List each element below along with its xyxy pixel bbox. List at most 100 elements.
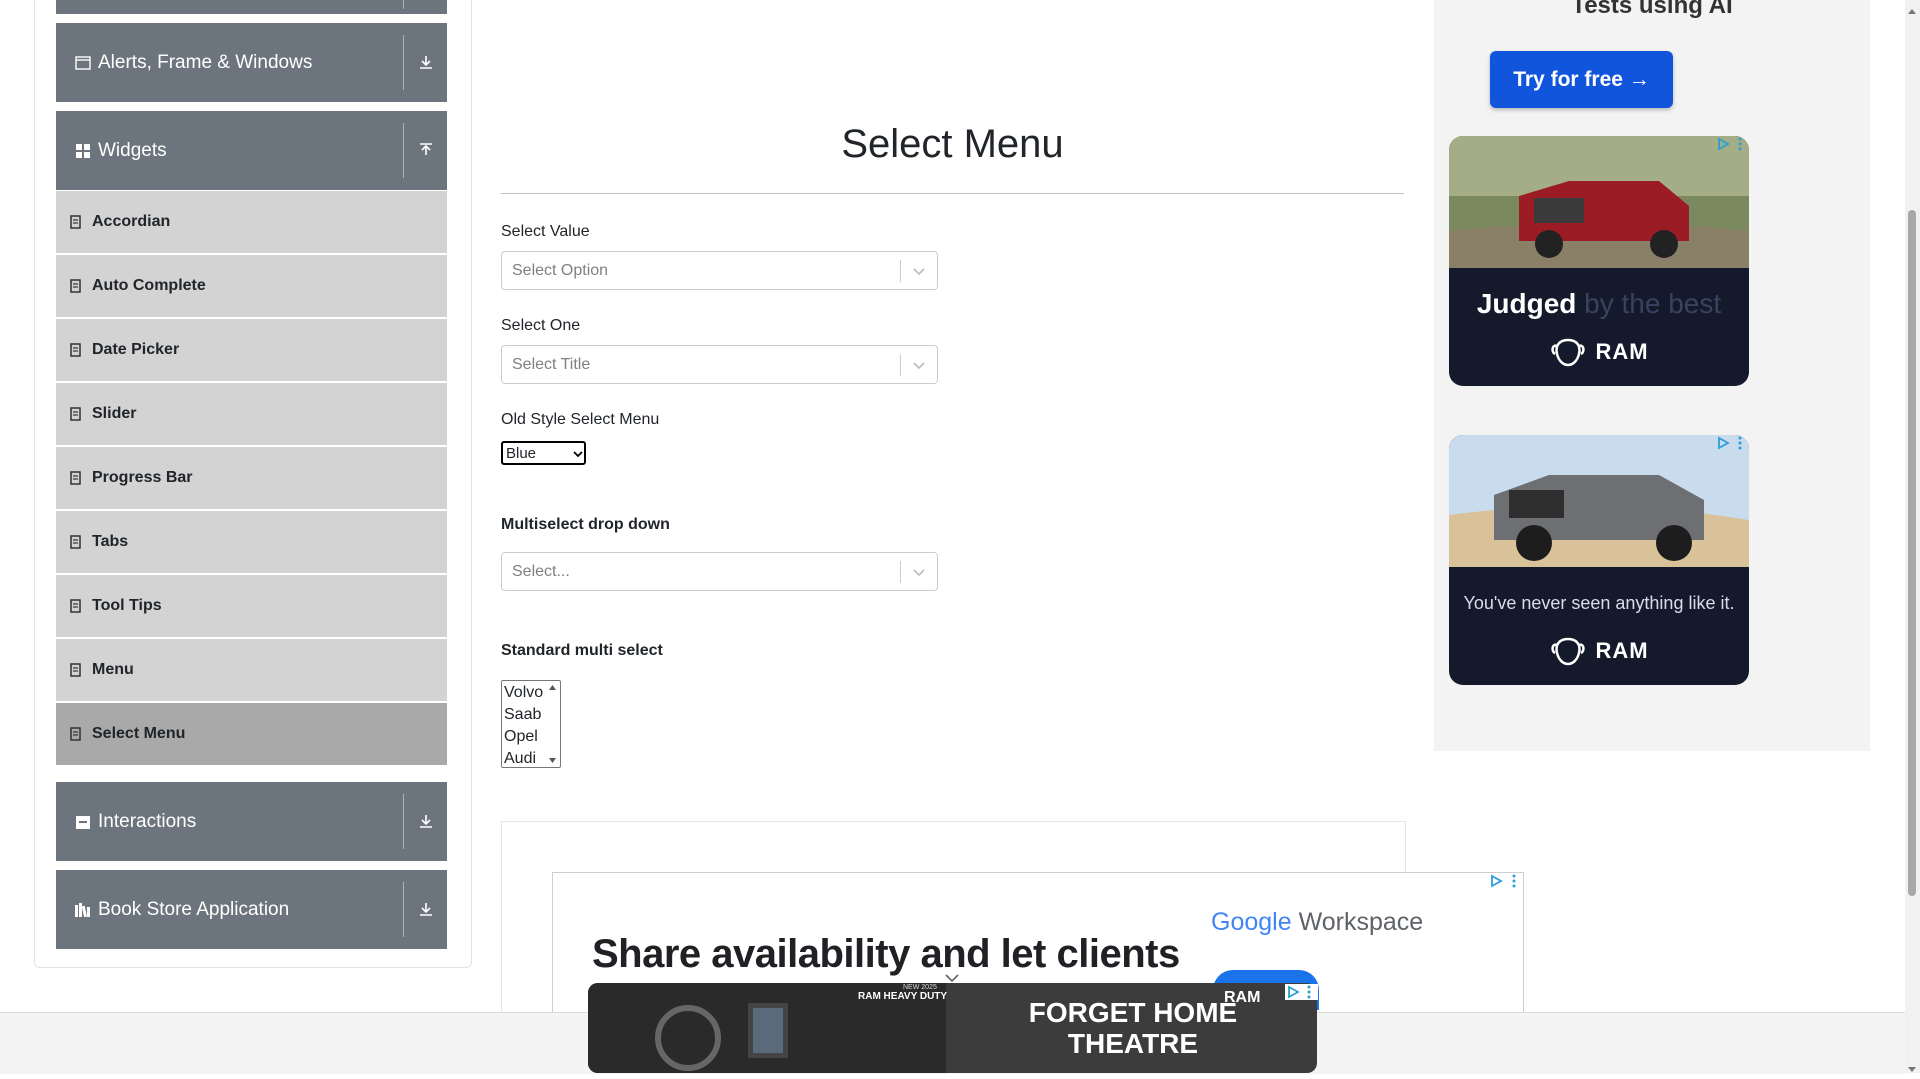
chevron-down-icon[interactable] xyxy=(901,360,937,370)
sidebar-item-date-picker[interactable]: Date Picker xyxy=(56,319,447,381)
ad-menu-icon[interactable] xyxy=(1300,984,1318,1000)
ad-menu-icon[interactable] xyxy=(1731,136,1749,152)
doc-icon xyxy=(70,662,84,678)
group-header-alerts[interactable]: Alerts, Frame & Windows xyxy=(56,23,447,102)
download-icon[interactable] xyxy=(403,34,447,91)
google-text: Google xyxy=(1211,908,1292,936)
scrollbar[interactable] xyxy=(546,682,559,766)
ram-logo-text: RAM xyxy=(1595,638,1649,663)
workspace-brand: Google Workspace xyxy=(1211,908,1423,937)
select-value-label: Select Value xyxy=(501,223,590,240)
page-title: Select Menu xyxy=(841,122,1064,166)
sidebar-item-label: Auto Complete xyxy=(92,277,206,294)
doc-icon xyxy=(70,534,84,550)
group-title-widgets: Widgets xyxy=(98,139,167,161)
sidebar-item-label: Tabs xyxy=(92,533,129,550)
headline-line-2: THEATRE xyxy=(1067,1028,1199,1059)
download-icon[interactable] xyxy=(403,793,447,850)
ad-menu-icon[interactable] xyxy=(1731,435,1749,451)
standard-multi-label: Standard multi select xyxy=(501,642,663,659)
group-title-book-store: Book Store Application xyxy=(98,898,290,920)
ram-logo-text: RAM xyxy=(1595,339,1649,364)
sidebar-item-slider[interactable]: Slider xyxy=(56,383,447,445)
chevron-down-icon[interactable] xyxy=(901,266,937,276)
old-style-label: Old Style Select Menu xyxy=(501,411,660,428)
multiselect-label: Multiselect drop down xyxy=(501,516,670,533)
sidebar-item-label: Menu xyxy=(92,661,134,678)
chevron-down-icon xyxy=(572,445,584,462)
group-header-interactions[interactable]: Interactions xyxy=(56,782,447,861)
old-style-select[interactable]: Blue xyxy=(501,441,586,465)
doc-icon xyxy=(70,598,84,614)
ram-ad-2[interactable]: You've never seen anything like it. RAM xyxy=(1449,435,1749,685)
ram-ad-1[interactable]: Judged by the best RAM xyxy=(1449,136,1749,386)
standard-multi-select[interactable]: Volvo Saab Opel Audi xyxy=(501,680,561,768)
ad-tag-bold: Judged xyxy=(1476,288,1577,319)
upload-icon[interactable] xyxy=(403,122,447,179)
ad-choices-icon[interactable] xyxy=(1488,873,1506,889)
sidebar-item-label: Select Menu xyxy=(92,725,186,742)
workspace-text: Workspace xyxy=(1298,908,1424,936)
select-one-label: Select One xyxy=(501,317,581,334)
sidebar-item-accordian[interactable]: Accordian xyxy=(56,191,447,253)
divider xyxy=(501,193,1404,194)
ad-year-text: NEW 2025 xyxy=(903,984,937,991)
scrollbar-thumb[interactable] xyxy=(1908,210,1916,896)
ram-logo: RAM xyxy=(1449,336,1749,368)
sidebar-item-label: Slider xyxy=(92,405,137,422)
ad-menu-icon[interactable] xyxy=(1505,873,1523,889)
ad-tag-light: by the best xyxy=(1584,288,1722,319)
bottom-ram-ad[interactable]: NEW 2025 RAM HEAVY DUTY FORGET HOME THEA… xyxy=(588,983,1317,1073)
chevron-down-icon[interactable] xyxy=(901,567,937,577)
ad-tagline: Judged by the best xyxy=(1449,288,1749,320)
select-value-placeholder: Select Option xyxy=(512,261,609,279)
doc-icon xyxy=(70,406,84,422)
select-value-dropdown[interactable]: Select Option xyxy=(501,251,938,290)
sidebar-item-tabs[interactable]: Tabs xyxy=(56,511,447,573)
sidebar-item-label: Tool Tips xyxy=(92,597,162,614)
download-icon[interactable] xyxy=(403,881,447,938)
workspace-headline: Share availability and let clients xyxy=(592,932,1180,976)
group-header-widgets[interactable]: Widgets xyxy=(56,111,447,190)
ram-head-icon xyxy=(1551,338,1586,367)
download-icon xyxy=(403,0,447,9)
multiselect-dropdown[interactable]: Select... xyxy=(501,552,938,591)
doc-icon xyxy=(70,278,84,294)
select-one-dropdown[interactable]: Select Title xyxy=(501,345,938,384)
book-store-icon xyxy=(74,901,92,919)
ad-tagline: You've never seen anything like it. xyxy=(1463,593,1735,613)
sidebar-item-select-menu[interactable]: Select Menu xyxy=(56,703,447,765)
sidebar-item-auto-complete[interactable]: Auto Complete xyxy=(56,255,447,317)
group-header-book-store[interactable]: Book Store Application xyxy=(56,870,447,949)
group-title-interactions: Interactions xyxy=(98,810,197,832)
multiselect-placeholder: Select... xyxy=(512,562,570,580)
sidebar-item-label: Progress Bar xyxy=(92,469,193,486)
try-for-free-button[interactable]: Try for free → xyxy=(1490,51,1673,108)
collapse-chevron-icon[interactable] xyxy=(944,970,960,988)
group-header-elements[interactable] xyxy=(56,0,447,14)
sidebar-item-menu[interactable]: Menu xyxy=(56,639,447,701)
group-title-alerts: Alerts, Frame & Windows xyxy=(98,51,313,73)
old-style-selected: Blue xyxy=(506,444,537,462)
ad-top-text: Tests using AI xyxy=(1571,0,1733,19)
doc-icon xyxy=(70,342,84,358)
sidebar-item-label: Accordian xyxy=(92,213,171,230)
widgets-icon xyxy=(74,142,92,160)
ram-head-icon xyxy=(1551,637,1586,666)
select-one-placeholder: Select Title xyxy=(512,355,591,373)
ad-model-text: RAM HEAVY DUTY xyxy=(858,991,948,1002)
ram-logo-text: RAM xyxy=(1224,989,1261,1006)
doc-icon xyxy=(70,214,84,230)
scroll-up-icon[interactable] xyxy=(1907,2,1917,20)
doc-icon xyxy=(70,726,84,742)
truck-image xyxy=(1449,136,1749,268)
doc-icon xyxy=(70,470,84,486)
sidebar-item-label: Date Picker xyxy=(92,341,180,358)
interactions-icon xyxy=(74,813,92,831)
ram-logo: RAM xyxy=(1449,635,1749,667)
window-icon xyxy=(74,54,92,72)
sidebar-item-tool-tips[interactable]: Tool Tips xyxy=(56,575,447,637)
truck-image xyxy=(1449,435,1749,567)
scroll-down-icon[interactable] xyxy=(1907,1061,1917,1079)
sidebar-item-progress-bar[interactable]: Progress Bar xyxy=(56,447,447,509)
